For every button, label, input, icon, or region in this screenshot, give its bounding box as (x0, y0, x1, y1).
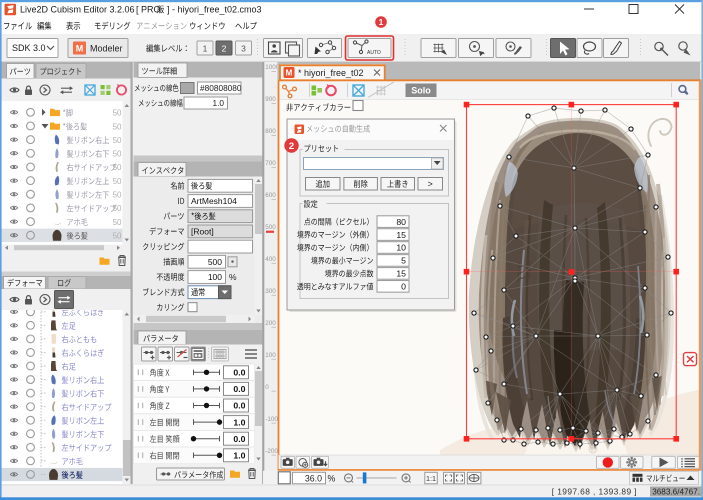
svg-text:%: % (229, 272, 237, 282)
svg-text:2: 2 (222, 44, 227, 54)
svg-text:[ PRO: [ PRO (136, 5, 161, 15)
svg-text:100: 100 (265, 352, 276, 359)
svg-text:* hiyori_free_t02: * hiyori_free_t02 (298, 68, 364, 78)
svg-text:1.0: 1.0 (233, 417, 245, 427)
svg-text:50: 50 (113, 191, 122, 200)
svg-text:3683.6/4767.: 3683.6/4767. (652, 487, 700, 496)
svg-text:0.0: 0.0 (233, 401, 245, 411)
svg-text:0.0: 0.0 (233, 384, 245, 394)
svg-text:50: 50 (113, 150, 122, 159)
svg-text:3: 3 (241, 44, 246, 54)
svg-text:[Root]: [Root] (191, 226, 214, 236)
svg-text:-200: -200 (265, 448, 278, 455)
svg-text:700: 700 (265, 160, 276, 167)
svg-text:1.0: 1.0 (233, 451, 245, 461)
svg-text:Live2D Cubism Editor 3.2.06: Live2D Cubism Editor 3.2.06 (20, 5, 135, 15)
svg-text:ArtMesh104: ArtMesh104 (191, 196, 237, 206)
svg-text:Modeler: Modeler (90, 44, 123, 54)
svg-text:] - hiyori_free_t02.cmo3: ] - hiyori_free_t02.cmo3 (167, 5, 262, 15)
svg-text:10: 10 (396, 243, 406, 253)
svg-text:300: 300 (265, 288, 276, 295)
svg-text:50: 50 (113, 204, 122, 213)
svg-text:50: 50 (113, 136, 122, 145)
svg-text:0: 0 (401, 282, 406, 292)
svg-text:50: 50 (113, 109, 122, 118)
svg-text:M: M (76, 44, 84, 54)
svg-text:1.0: 1.0 (212, 98, 224, 108)
svg-text:0.0: 0.0 (233, 368, 245, 378)
svg-text:100: 100 (208, 272, 222, 282)
svg-text:[ 1997.68 , 1393.89 ]: [ 1997.68 , 1393.89 ] (552, 486, 637, 496)
svg-text:50: 50 (113, 163, 122, 172)
svg-text:1:1: 1:1 (426, 474, 436, 483)
svg-text:>: > (428, 179, 433, 189)
svg-text:50: 50 (113, 122, 122, 131)
svg-text:50: 50 (113, 177, 122, 186)
svg-text:-100: -100 (265, 416, 278, 423)
svg-text:M: M (286, 69, 293, 78)
svg-text:900: 900 (265, 96, 276, 103)
svg-text:80: 80 (396, 217, 406, 227)
svg-text:1: 1 (203, 44, 208, 54)
svg-text:15: 15 (396, 269, 406, 279)
svg-text:36.0: 36.0 (305, 473, 322, 483)
svg-text:1: 1 (379, 17, 384, 27)
svg-text:SDK 3.0: SDK 3.0 (12, 43, 46, 53)
svg-text:600: 600 (265, 192, 276, 199)
svg-text:800: 800 (265, 128, 276, 135)
svg-text:15: 15 (396, 230, 406, 240)
svg-text:%: % (328, 473, 336, 483)
svg-text:0: 0 (265, 384, 269, 391)
svg-text:5: 5 (401, 256, 406, 266)
svg-text:50: 50 (113, 232, 122, 241)
svg-text:Solo: Solo (411, 86, 431, 96)
svg-text:0.0: 0.0 (233, 434, 245, 444)
svg-text:#80808080: #80808080 (200, 83, 242, 93)
svg-text:2: 2 (289, 141, 294, 152)
svg-text:500: 500 (265, 224, 276, 231)
svg-text:400: 400 (265, 256, 276, 263)
svg-text:200: 200 (265, 320, 276, 327)
svg-text:500: 500 (208, 257, 222, 267)
svg-text:AUTO: AUTO (367, 50, 381, 56)
svg-text:50: 50 (113, 218, 122, 227)
